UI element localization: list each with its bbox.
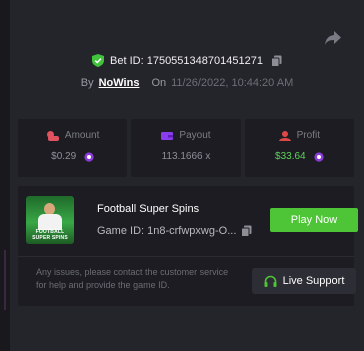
game-id: Game ID: 1n8-crfwpxwg-O... — [97, 225, 237, 237]
stat-amount: Amount $0.29 — [18, 119, 128, 177]
game-thumbnail[interactable]: FOOTBALL SUPER SPINS — [26, 196, 74, 244]
stat-payout: Payout 113.1666 x — [131, 119, 241, 177]
stat-profit-value: $33.64 — [275, 151, 306, 162]
stat-profit-label: Profit — [296, 130, 320, 141]
bet-id: Bet ID: 1750551348701451271 — [110, 54, 263, 67]
stat-payout-label: Payout — [179, 130, 211, 141]
live-support-button[interactable]: Live Support — [252, 268, 356, 294]
share-icon[interactable] — [324, 30, 342, 46]
stat-amount-label: Amount — [64, 130, 100, 141]
currency-coin-icon — [84, 151, 94, 162]
by-label: By — [80, 77, 94, 89]
bet-meta-row: By NoWins On 11/26/2022, 10:44:20 AM — [10, 77, 364, 89]
stat-amount-value: $0.29 — [51, 151, 77, 162]
sidebar-accent — [4, 250, 6, 310]
profit-icon — [278, 130, 291, 141]
copy-bet-id-icon[interactable] — [270, 55, 282, 67]
game-name: Football Super Spins — [97, 203, 200, 215]
game-id-row: Game ID: 1n8-crfwpxwg-O... — [97, 225, 252, 237]
stat-payout-value: 113.1666 x — [161, 151, 211, 162]
play-now-button[interactable]: Play Now — [270, 208, 358, 232]
bet-id-row: Bet ID: 1750551348701451271 — [10, 54, 364, 67]
stat-profit: Profit $33.64 — [244, 119, 354, 177]
stats-row: Amount $0.29 Payout 113.1666 x Profit $3… — [18, 119, 354, 177]
bet-details-panel: Bet ID: 1750551348701451271 By NoWins On… — [10, 0, 364, 351]
divider — [18, 256, 354, 257]
currency-coin-icon — [314, 151, 324, 162]
game-card: FOOTBALL SUPER SPINS Football Super Spin… — [18, 186, 358, 306]
copy-game-id-icon[interactable] — [241, 225, 252, 237]
username-link[interactable]: NoWins — [99, 77, 140, 89]
left-sidebar-strip — [0, 0, 10, 351]
verified-shield-icon — [92, 54, 105, 67]
on-label: On — [151, 77, 167, 89]
game-thumbnail-logo: FOOTBALL SUPER SPINS — [32, 229, 68, 241]
support-help-text: Any issues, please contact the customer … — [36, 267, 229, 290]
live-support-label: Live Support — [282, 275, 345, 287]
bet-datetime: 11/26/2022, 10:44:20 AM — [171, 77, 294, 89]
coins-icon — [46, 130, 59, 141]
payout-icon — [161, 131, 174, 140]
headset-icon — [264, 275, 277, 287]
